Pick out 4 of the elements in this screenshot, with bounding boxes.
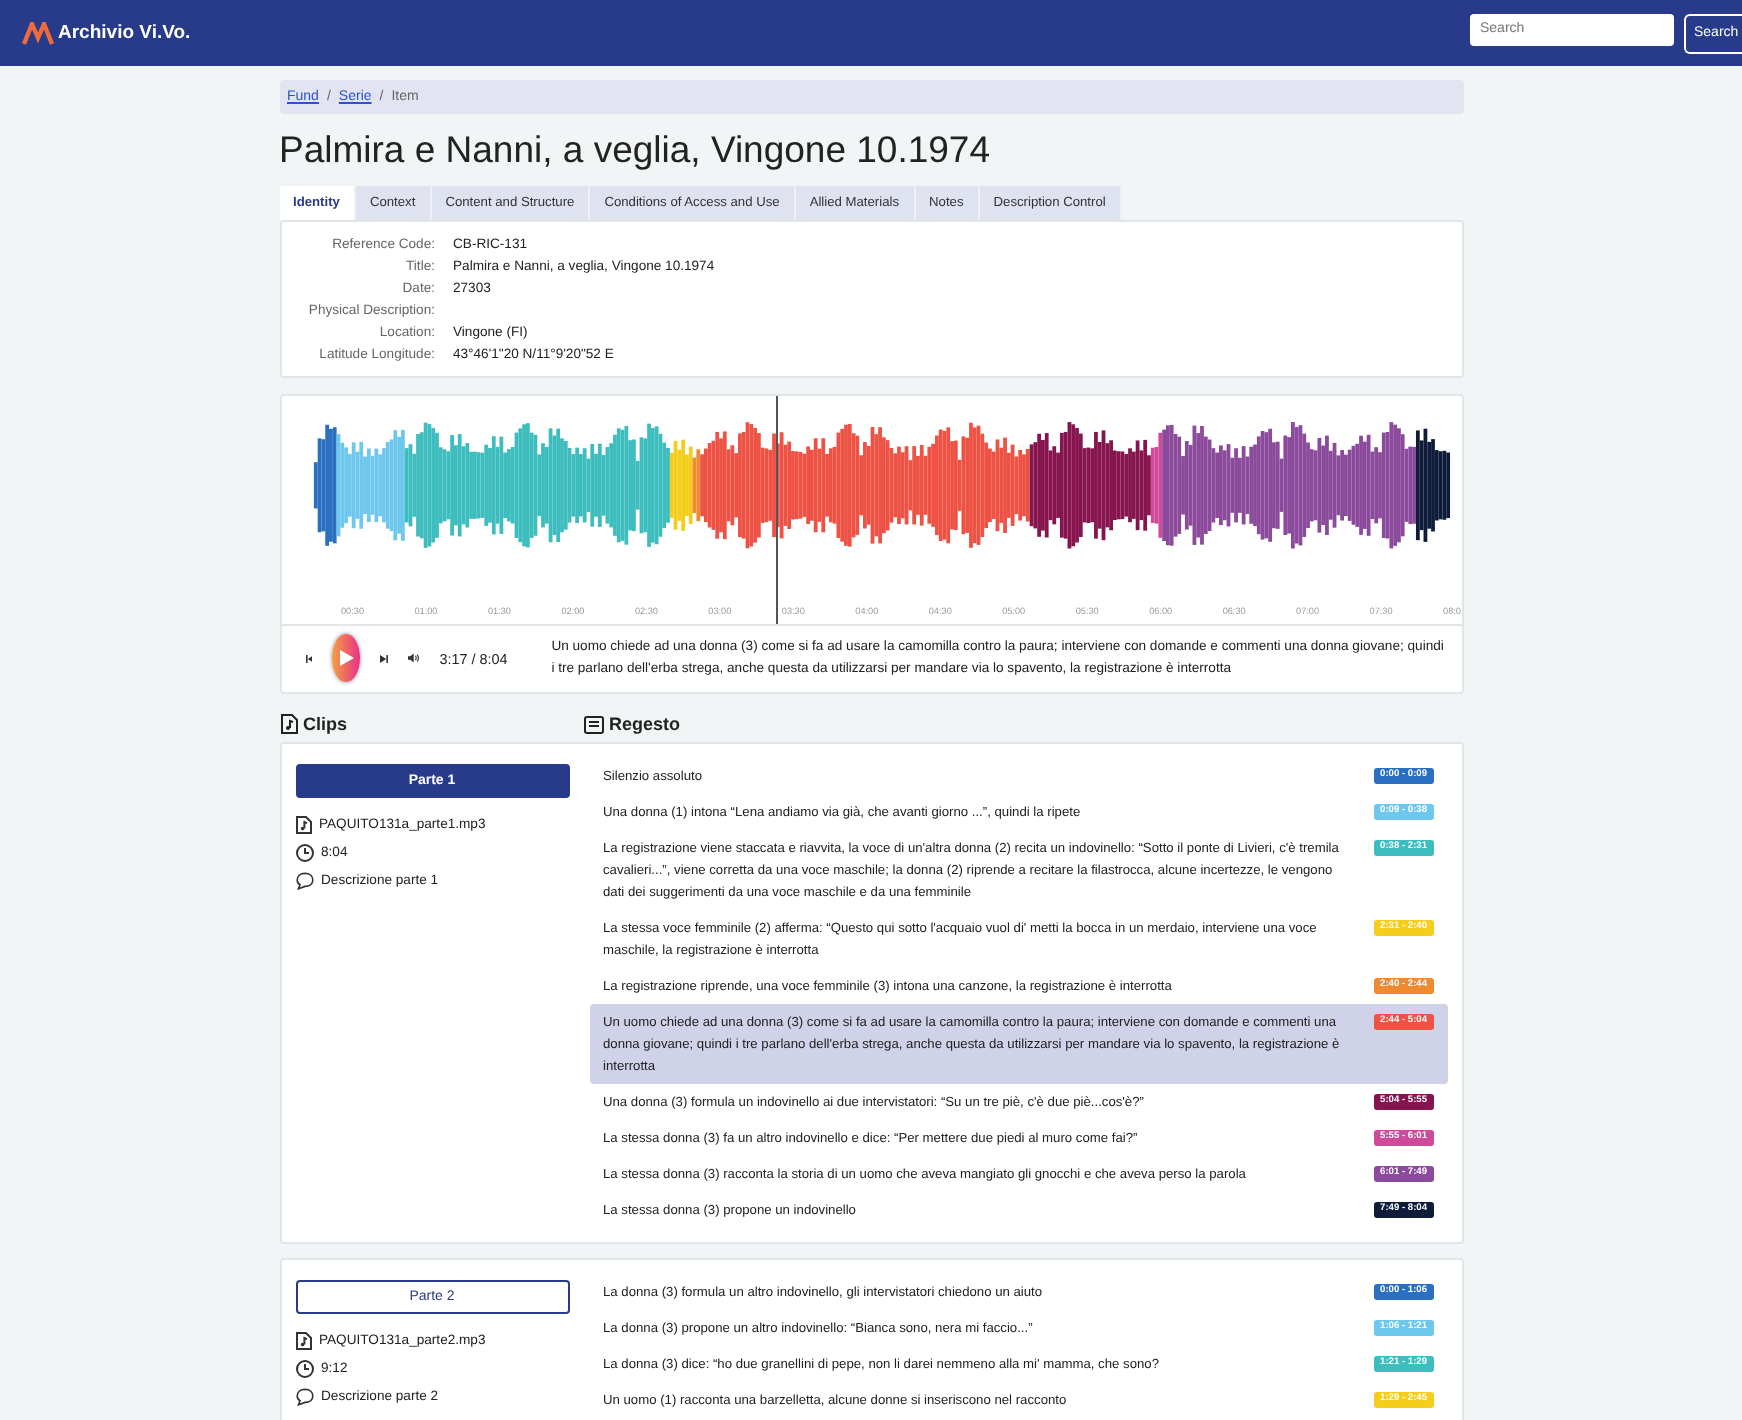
section-heading: Clips <box>303 714 348 734</box>
section-heading: Regesto <box>609 714 681 734</box>
brand-name: Archivio Vi.Vo. <box>58 22 191 44</box>
page-title: Palmira e Nanni, a veglia, Vingone 10.1974 <box>279 128 993 172</box>
